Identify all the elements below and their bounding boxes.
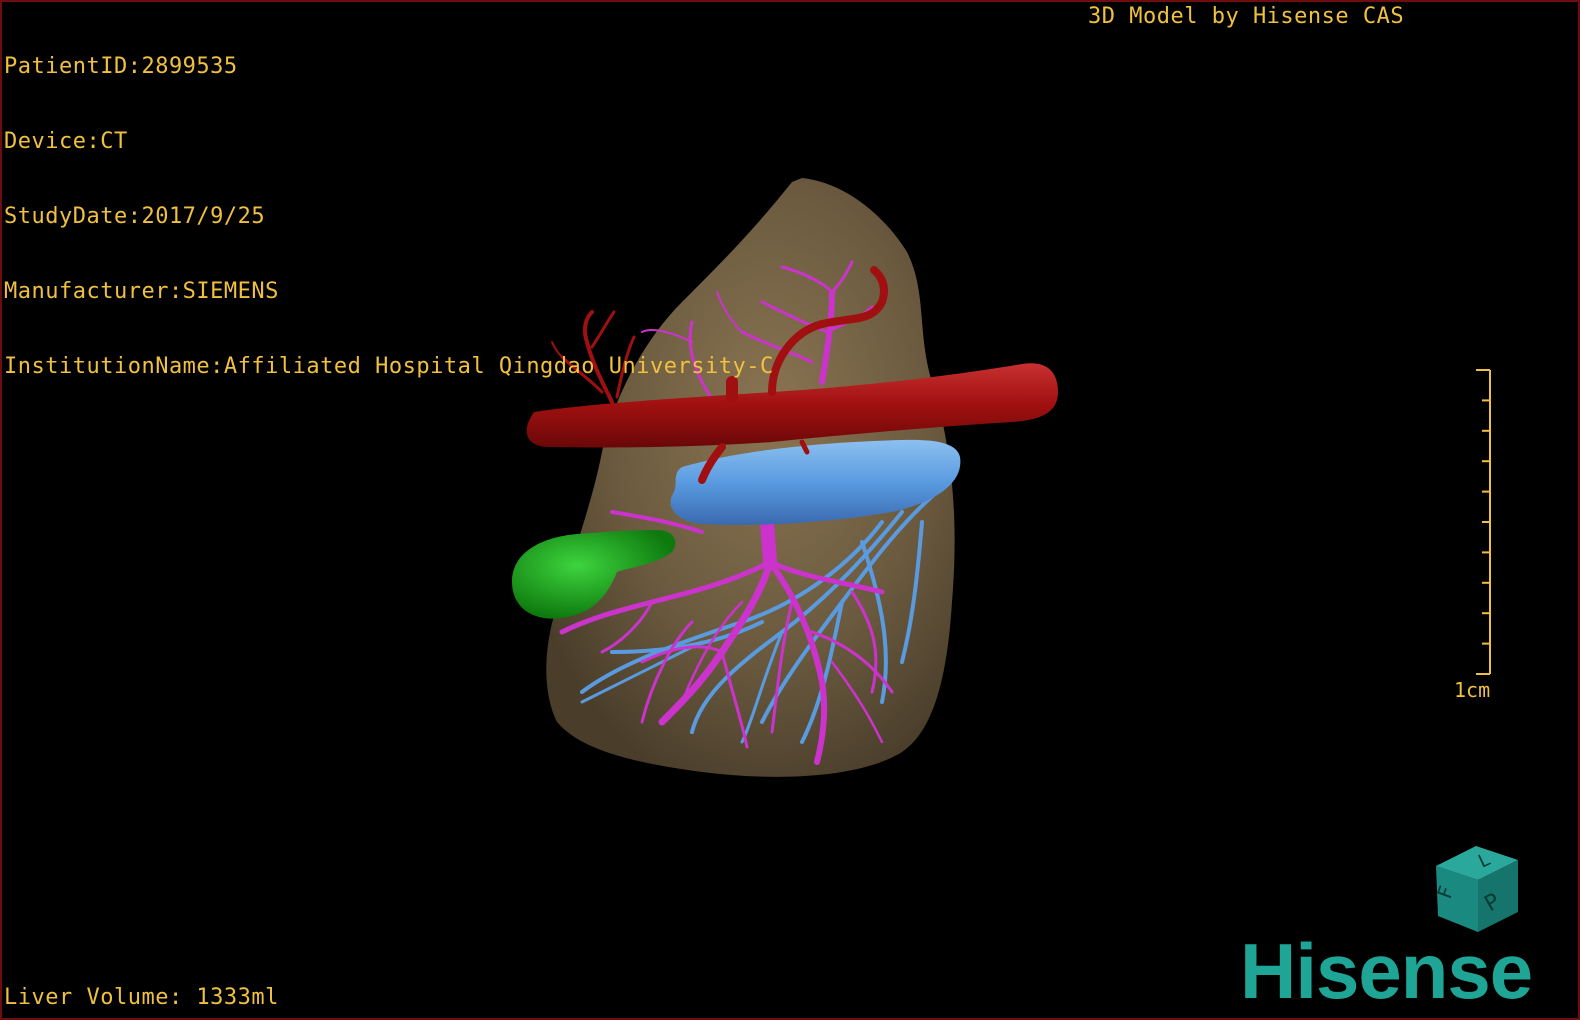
orientation-cube[interactable]: F L P <box>1426 838 1526 938</box>
liver-volume-label: Liver Volume: 1333ml <box>4 985 279 1010</box>
3d-viewer-viewport[interactable]: PatientID:2899535 Device:CT StudyDate:20… <box>0 0 1580 1020</box>
patient-info-block: PatientID:2899535 Device:CT StudyDate:20… <box>4 4 774 429</box>
manufacturer-label: Manufacturer:SIEMENS <box>4 279 279 304</box>
device-label: Device:CT <box>4 129 128 154</box>
patient-id-label: PatientID:2899535 <box>4 54 238 79</box>
scale-bar <box>1476 369 1491 675</box>
study-date-label: StudyDate:2017/9/25 <box>4 204 266 229</box>
institution-label: InstitutionName:Affiliated Hospital Qing… <box>4 354 774 379</box>
hisense-logo: Hisense <box>1240 927 1533 1015</box>
scale-label: 1cm <box>1454 678 1491 702</box>
model-caption: 3D Model by Hisense CAS <box>1088 4 1405 29</box>
